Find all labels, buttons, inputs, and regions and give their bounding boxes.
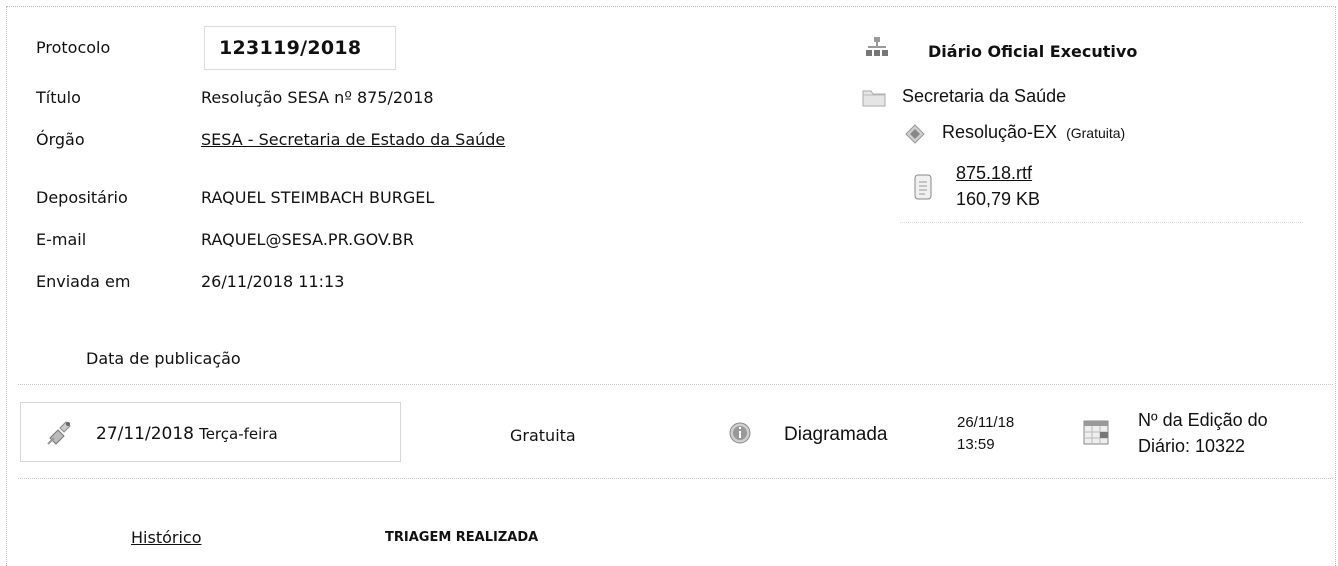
resolucao-item[interactable]: Resolução-EX (Gratuita) xyxy=(942,122,1125,143)
publicacao-date-line: 27/11/2018 Terça-feira xyxy=(96,424,278,444)
protocolo-label: Protocolo xyxy=(36,38,111,57)
orgao-link[interactable]: SESA - Secretaria de Estado da Saúde xyxy=(201,130,505,149)
protocolo-value: 123119/2018 xyxy=(219,37,362,59)
publicacao-date: 27/11/2018 xyxy=(96,424,194,444)
publicacao-label: Data de publicação xyxy=(86,349,241,368)
divider-bottom xyxy=(18,478,1333,479)
enviada-label: Enviada em xyxy=(36,272,131,291)
divider-top xyxy=(18,384,1333,385)
gratuita-tag: (Gratuita) xyxy=(1066,125,1126,141)
historico-link[interactable]: Histórico xyxy=(131,528,201,547)
titulo-value: Resolução SESA nº 875/2018 xyxy=(201,88,434,107)
email-label: E-mail xyxy=(36,230,87,249)
titulo-label: Título xyxy=(36,88,81,107)
folder-label[interactable]: Secretaria da Saúde xyxy=(902,86,1066,107)
publicacao-weekday: Terça-feira xyxy=(199,425,278,443)
tipo-label: Gratuita xyxy=(510,426,576,445)
enviada-value: 26/11/2018 11:13 xyxy=(201,272,345,291)
tree-root-label: Diário Oficial Executivo xyxy=(928,42,1138,61)
edicao-line1: Nº da Edição do xyxy=(1138,410,1268,430)
status-label: Diagramada xyxy=(784,424,888,445)
folder-icon xyxy=(862,87,886,107)
depositario-value: RAQUEL STEIMBACH BURGEL xyxy=(201,188,435,207)
orgao-label: Órgão xyxy=(36,130,85,149)
info-icon xyxy=(728,421,752,445)
file-box xyxy=(900,147,1303,223)
resolucao-label: Resolução-EX xyxy=(942,122,1058,142)
status-time: 13:59 xyxy=(957,436,995,453)
edicao-line2: Diário: 10322 xyxy=(1138,436,1246,456)
satellite-icon xyxy=(46,418,76,446)
file-link[interactable]: 875.18.rtf xyxy=(956,163,1032,184)
org-tree-icon xyxy=(866,36,888,60)
triagem-status: TRIAGEM REALIZADA xyxy=(385,530,539,545)
depositario-label: Depositário xyxy=(36,188,128,207)
diamond-icon xyxy=(905,124,925,144)
file-size: 160,79 KB xyxy=(956,189,1041,209)
protocolo-box: 123119/2018 xyxy=(204,26,396,70)
calendar-icon xyxy=(1082,418,1110,446)
document-icon xyxy=(913,173,933,201)
email-value: RAQUEL@SESA.PR.GOV.BR xyxy=(201,230,414,249)
status-date: 26/11/18 xyxy=(957,414,1015,431)
